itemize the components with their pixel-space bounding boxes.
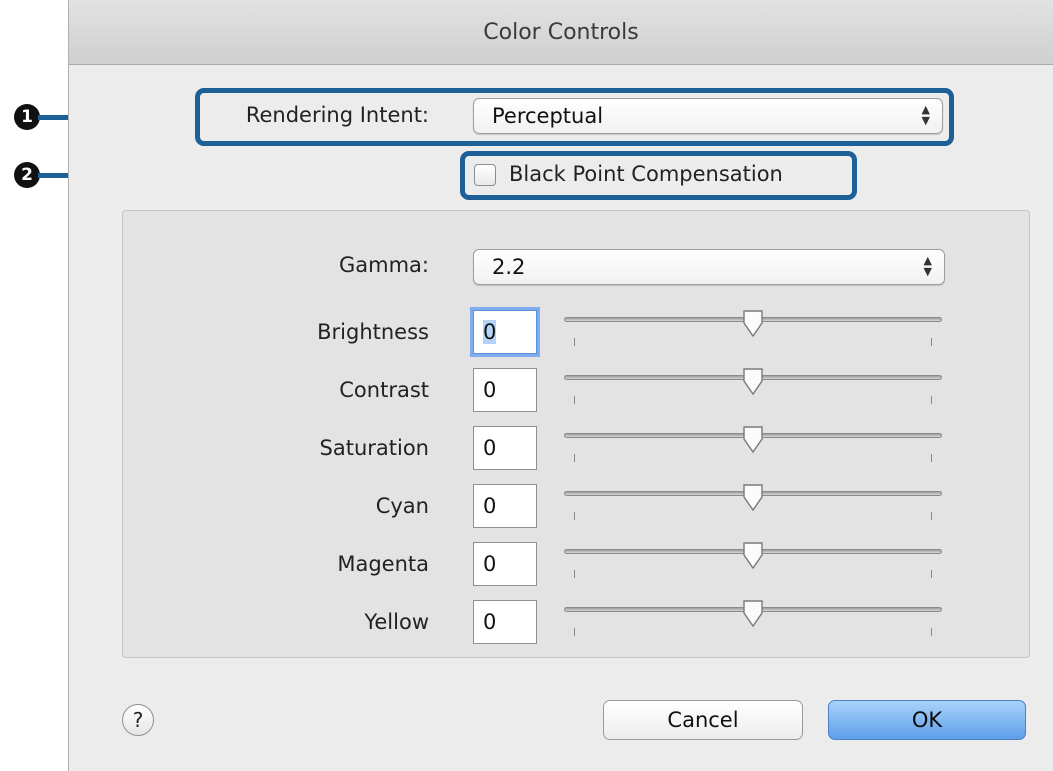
- slider-thumb[interactable]: [741, 310, 765, 338]
- slider-thumb[interactable]: [741, 600, 765, 628]
- gamma-popup[interactable]: 2.2 ▲ ▼: [473, 249, 945, 285]
- value-text: 0: [483, 320, 497, 344]
- value-field-brightness[interactable]: 0: [473, 310, 537, 354]
- slider-yellow[interactable]: [564, 600, 942, 644]
- value-text: 0: [483, 552, 497, 576]
- popup-arrows-icon: ▲ ▼: [923, 254, 932, 278]
- slider-tick: [931, 454, 932, 462]
- slider-tick: [574, 512, 575, 520]
- cancel-button[interactable]: Cancel: [603, 700, 803, 740]
- slider-label-magenta: Magenta: [337, 552, 429, 576]
- slider-label-contrast: Contrast: [339, 378, 429, 402]
- value-field-contrast[interactable]: 0: [473, 368, 537, 412]
- gamma-value: 2.2: [492, 255, 526, 279]
- slider-thumb[interactable]: [741, 542, 765, 570]
- slider-tick: [931, 396, 932, 404]
- slider-tick: [931, 512, 932, 520]
- slider-label-yellow: Yellow: [364, 610, 429, 634]
- value-text: 0: [483, 436, 497, 460]
- slider-tick: [574, 454, 575, 462]
- callout-box-2: [460, 151, 857, 200]
- slider-contrast[interactable]: [564, 368, 942, 412]
- slider-thumb[interactable]: [741, 368, 765, 396]
- slider-label-brightness: Brightness: [317, 320, 429, 344]
- value-text: 0: [483, 610, 497, 634]
- callout-number-1: 1: [14, 104, 40, 130]
- slider-thumb[interactable]: [741, 426, 765, 454]
- value-field-yellow[interactable]: 0: [473, 600, 537, 644]
- value-text: 0: [483, 378, 497, 402]
- slider-tick: [574, 570, 575, 578]
- slider-brightness[interactable]: [564, 310, 942, 354]
- help-button[interactable]: ?: [122, 704, 154, 736]
- slider-tick: [574, 628, 575, 636]
- slider-tick: [931, 628, 932, 636]
- slider-saturation[interactable]: [564, 426, 942, 470]
- callout-number-2: 2: [14, 162, 40, 188]
- slider-tick: [574, 396, 575, 404]
- color-controls-dialog: Color Controls Rendering Intent: Percept…: [68, 0, 1053, 771]
- slider-label-cyan: Cyan: [375, 494, 429, 518]
- window-title: Color Controls: [69, 0, 1053, 65]
- value-field-saturation[interactable]: 0: [473, 426, 537, 470]
- slider-cyan[interactable]: [564, 484, 942, 528]
- slider-thumb[interactable]: [741, 484, 765, 512]
- ok-button[interactable]: OK: [828, 700, 1026, 740]
- slider-label-saturation: Saturation: [319, 436, 429, 460]
- gamma-label: Gamma:: [339, 253, 429, 277]
- callout-box-1: [195, 88, 954, 146]
- slider-magenta[interactable]: [564, 542, 942, 586]
- slider-tick: [574, 338, 575, 346]
- slider-tick: [931, 570, 932, 578]
- value-field-magenta[interactable]: 0: [473, 542, 537, 586]
- slider-tick: [931, 338, 932, 346]
- value-field-cyan[interactable]: 0: [473, 484, 537, 528]
- value-text: 0: [483, 494, 497, 518]
